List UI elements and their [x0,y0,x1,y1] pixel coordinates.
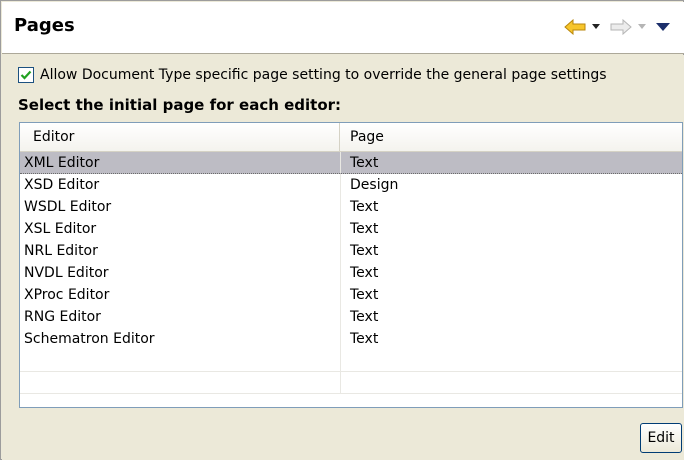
editor-cell: XSD Editor [24,177,100,193]
editor-cell: RNG Editor [24,309,101,325]
table-row[interactable]: XSL Editor Text [20,218,682,240]
table-header: Editor Page [20,123,682,152]
preferences-pages-panel: Pages Allow Document Type specific page … [0,0,684,460]
editor-cell: NRL Editor [24,243,98,259]
chevron-down-icon [592,24,600,29]
override-checkbox[interactable] [18,67,34,83]
page-cell: Text [340,240,682,262]
arrow-right-icon [610,19,632,35]
editor-cell: WSDL Editor [24,199,112,215]
empty-row [20,350,682,372]
empty-cell [20,372,340,393]
checkmark-icon [20,70,32,80]
forward-history-dropdown[interactable] [638,24,646,30]
chevron-down-icon [638,24,646,29]
page-cell: Text [340,306,682,328]
editor-page-table[interactable]: Editor Page XML Editor Text XSD Editor D… [19,122,683,408]
empty-cell [20,350,340,371]
table-row[interactable]: Schematron Editor Text [20,328,682,350]
panel-content: Allow Document Type specific page settin… [2,55,684,460]
editor-cell: XML Editor [24,155,100,171]
back-history-dropdown[interactable] [592,24,600,30]
edit-button[interactable]: Edit [640,423,682,453]
column-header-page[interactable]: Page [340,123,682,152]
arrow-left-icon [564,19,586,35]
table-row[interactable]: XProc Editor Text [20,284,682,306]
page-title: Pages [14,15,75,36]
empty-cell [340,350,682,371]
table-row[interactable]: RNG Editor Text [20,306,682,328]
page-cell: Text [340,196,682,218]
page-cell: Text [340,152,682,173]
triangle-down-icon [656,23,670,31]
override-setting[interactable]: Allow Document Type specific page settin… [18,67,607,83]
page-cell: Text [340,218,682,240]
forward-button[interactable] [610,19,632,35]
editor-cell: XSL Editor [24,221,97,237]
table-row[interactable]: NVDL Editor Text [20,262,682,284]
editor-cell: NVDL Editor [24,265,109,281]
panel-header: Pages [2,2,684,54]
table-row[interactable]: NRL Editor Text [20,240,682,262]
empty-cell [340,372,682,393]
table-row[interactable]: XSD Editor Design [20,174,682,196]
navigation-toolbar [564,16,670,38]
page-cell: Text [340,284,682,306]
table-body: XML Editor Text XSD Editor Design WSDL E… [20,152,682,394]
page-cell: Text [340,328,682,350]
editor-cell: Schematron Editor [24,331,155,347]
page-cell: Text [340,262,682,284]
table-row[interactable]: WSDL Editor Text [20,196,682,218]
override-checkbox-label: Allow Document Type specific page settin… [40,67,607,83]
back-button[interactable] [564,19,586,35]
initial-page-heading: Select the initial page for each editor: [18,96,342,114]
view-menu-button[interactable] [656,22,670,32]
editor-cell: XProc Editor [24,287,110,303]
page-cell: Design [340,174,682,196]
table-row[interactable]: XML Editor Text [20,152,682,174]
empty-row [20,372,682,394]
column-header-editor[interactable]: Editor [20,123,340,152]
